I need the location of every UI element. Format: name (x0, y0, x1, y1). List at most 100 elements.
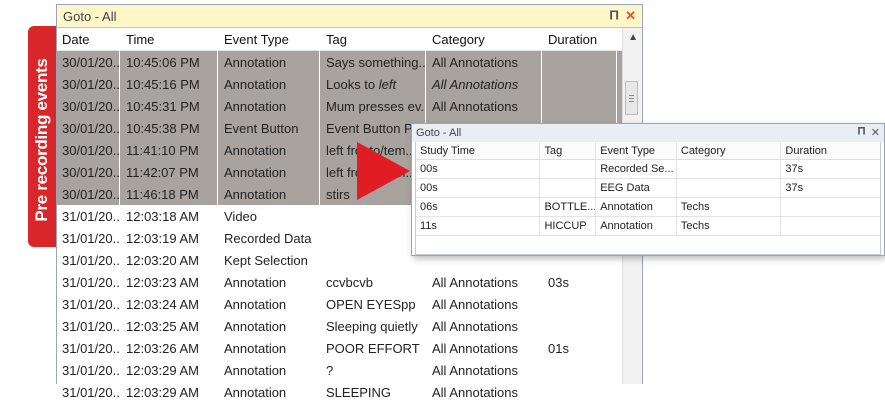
cell-tag: Sleeping quietly (326, 318, 418, 334)
ov-cell-duration: 37s (785, 182, 804, 194)
cell-time: 10:45:38 PM (120, 117, 218, 139)
cell-date: 31/01/20... (62, 296, 120, 312)
table-row[interactable]: 30/01/20... 10:45:31 PM Annotation Mum pres… (57, 95, 642, 117)
table-header: Date Time Event Type Tag Category Durati… (57, 28, 642, 51)
table-row[interactable]: 31/01/20... 12:03:26 AM Annotation POOR EFF… (57, 337, 642, 359)
table-row[interactable]: 31/01/20... 12:03:23 AM Annotation ccvbcvb A… (57, 271, 642, 293)
overlay-table-header: Study Time Tag Event Type Category Durat… (416, 142, 880, 160)
overlay-table-row[interactable]: 06s BOTTLE... Annotation Techs (416, 198, 880, 217)
cell-date: 30/01/20... (57, 183, 120, 205)
col-header-date[interactable]: Date (57, 28, 120, 50)
table-row[interactable]: 31/01/20... 12:03:29 AM Annotation SLEEPING… (57, 381, 642, 403)
cell-event-type: Kept Selection (224, 252, 308, 268)
ov-col-header-study-time[interactable]: Study Time (416, 142, 541, 159)
ov-col-header-tag[interactable]: Tag (540, 142, 597, 159)
cell-category: All Annotations (432, 362, 519, 378)
cell-event-type: Annotation (224, 384, 287, 400)
cell-event-type: Annotation (218, 73, 320, 95)
cell-tag: POOR EFFORT (326, 340, 420, 356)
ov-cell-event-type: Annotation (596, 217, 677, 235)
overlay-table-row[interactable]: 00s EEG Data 37s (416, 179, 880, 198)
cell-time: 12:03:29 AM (126, 384, 199, 400)
cell-tag: Says something... (320, 51, 426, 73)
ov-col-header-event-type[interactable]: Event Type (596, 142, 677, 159)
col-header-category[interactable]: Category (426, 28, 542, 50)
cell-date: 31/01/20... (62, 340, 120, 356)
overlay-pin-icon[interactable]: 𝚷 (857, 126, 865, 139)
cell-date: 30/01/20... (57, 117, 120, 139)
ov-cell-tag (540, 179, 597, 197)
cell-category: All Annotations (432, 384, 519, 400)
table-row[interactable]: 31/01/20... 12:03:25 AM Annotation Sleeping… (57, 315, 642, 337)
cell-event-type: Annotation (224, 340, 287, 356)
cell-duration (542, 359, 617, 381)
ov-cell-event-type: Annotation (596, 198, 677, 216)
overlay-table-row[interactable]: 00s Recorded Se... 37s (416, 160, 880, 179)
cell-time: 12:03:23 AM (126, 274, 199, 290)
overlay-title-bar[interactable]: Goto - All 𝚷 ✕ (412, 124, 884, 142)
ov-cell-study-time: 00s (416, 179, 541, 197)
cell-time: 12:03:26 AM (126, 340, 199, 356)
cell-category: All Annotations (432, 296, 519, 312)
cell-date: 31/01/20... (62, 318, 120, 334)
ov-cell-event-type: Recorded Se... (596, 160, 677, 178)
col-header-duration[interactable]: Duration (542, 28, 617, 50)
cell-event-type: Annotation (218, 139, 320, 161)
cell-duration (542, 293, 617, 315)
cell-duration (542, 73, 617, 95)
cell-time: 12:03:19 AM (126, 230, 199, 246)
table-row[interactable]: 30/01/20... 10:45:06 PM Annotation Says som… (57, 51, 642, 73)
table-row[interactable]: 31/01/20... 12:03:29 AM Annotation? All Ann… (57, 359, 642, 381)
cell-event-type: Recorded Data (224, 230, 312, 246)
cell-time: 11:42:07 PM (120, 161, 218, 183)
cell-duration (542, 315, 617, 337)
cell-category: All Annotations (426, 73, 542, 95)
cell-time: 10:45:06 PM (120, 51, 218, 73)
overlay-window-title: Goto - All (416, 127, 462, 139)
col-header-tag[interactable]: Tag (320, 28, 426, 50)
cell-time: 10:45:16 PM (120, 73, 218, 95)
ov-cell-tag (540, 160, 597, 178)
scroll-thumb[interactable] (625, 81, 638, 115)
overlay-table-body: 00s Recorded Se... 37s 00s EEG Data 37s 06s BOT… (416, 160, 880, 254)
pin-icon[interactable]: 𝚷 (609, 8, 619, 24)
cell-tag: Mum presses ev... (320, 95, 426, 117)
cell-event-type: Annotation (218, 95, 320, 117)
overlay-close-icon[interactable]: ✕ (871, 126, 880, 139)
cell-tag: ccvbcvb (326, 274, 373, 290)
scroll-up-icon[interactable]: ▲ (628, 32, 638, 43)
cell-time: 11:41:10 PM (120, 139, 218, 161)
ov-col-header-category[interactable]: Category (677, 142, 782, 159)
ov-cell-study-time: 11s (416, 217, 541, 235)
cell-date: 31/01/20... (62, 274, 120, 290)
ov-cell-study-time: 06s (416, 198, 541, 216)
col-header-time[interactable]: Time (120, 28, 218, 50)
side-label: Pre recording events (32, 58, 51, 222)
close-icon[interactable]: ✕ (625, 8, 636, 24)
cell-date: 31/01/20... (62, 230, 120, 246)
cell-event-type: Annotation (218, 161, 320, 183)
cell-date: 30/01/20... (57, 73, 120, 95)
overlay-table-row[interactable]: 11s HICCUP Annotation Techs (416, 217, 880, 236)
cell-event-type: Annotation (224, 296, 287, 312)
ov-cell-event-type: EEG Data (596, 179, 677, 197)
table-row[interactable]: 31/01/20... 12:03:24 AM Annotation OPEN EYE… (57, 293, 642, 315)
cell-duration (542, 95, 617, 117)
overlay-empty-row (416, 236, 880, 254)
ov-cell-category: Techs (677, 217, 782, 235)
cell-date: 30/01/20... (57, 51, 120, 73)
cell-duration: 01s (548, 340, 569, 356)
cell-time: 12:03:20 AM (126, 252, 199, 268)
ov-cell-category: Techs (677, 198, 782, 216)
ov-cell-study-time: 00s (416, 160, 541, 178)
table-row[interactable]: 30/01/20... 10:45:16 PM Annotation Looks to… (57, 73, 642, 95)
cell-tag: Looks to left (320, 73, 426, 95)
cell-date: 31/01/20... (62, 384, 120, 400)
cell-event-type: Annotation (218, 51, 320, 73)
cell-event-type: Annotation (224, 318, 287, 334)
ov-col-header-duration[interactable]: Duration (781, 142, 880, 159)
cell-tag: OPEN EYESpp (326, 296, 416, 312)
col-header-event-type[interactable]: Event Type (218, 28, 320, 50)
cell-event-type: Annotation (224, 274, 287, 290)
title-bar[interactable]: Goto - All 𝚷 ✕ (57, 5, 642, 28)
